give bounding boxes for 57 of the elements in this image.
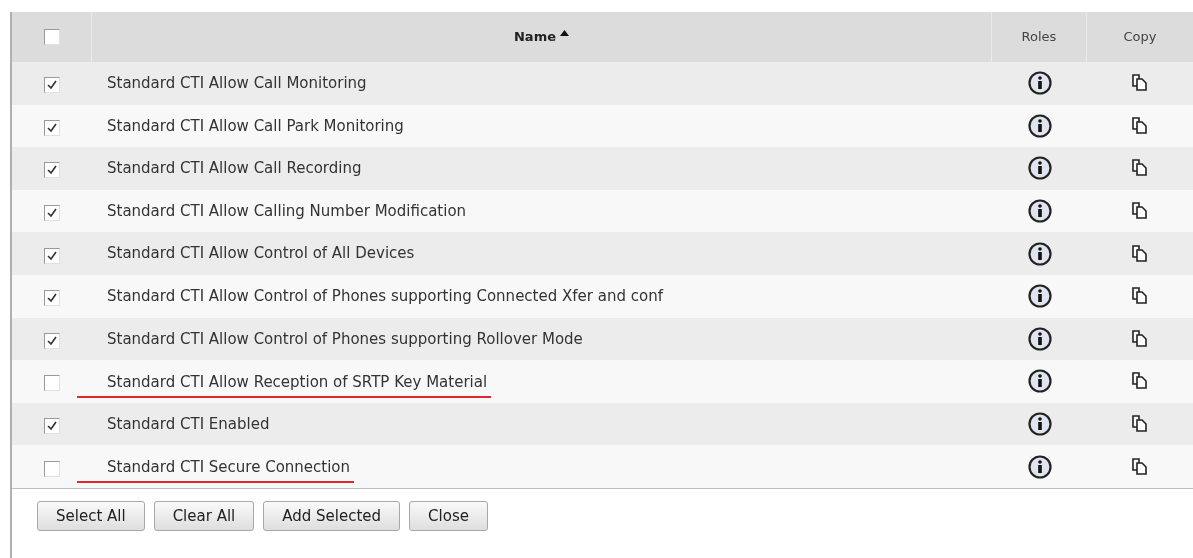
role-name: Standard CTI Allow Call Recording — [107, 158, 362, 180]
column-header: Copy — [1123, 28, 1157, 47]
role-name: Standard CTI Allow Control of Phones supporting Connected Xfer and conf — [107, 286, 663, 307]
checkbox[interactable] — [43, 29, 60, 45]
checkbox[interactable] — [44, 460, 60, 477]
copy-icon[interactable] — [1132, 372, 1148, 391]
checkmark-icon — [47, 80, 57, 91]
sort-ascending-icon[interactable] — [560, 30, 569, 36]
info-icon[interactable] — [1027, 284, 1052, 309]
action-button[interactable]: Clear All — [153, 500, 255, 531]
column-header[interactable]: Name — [514, 27, 556, 47]
role-name: Standard CTI Enabled — [107, 413, 270, 435]
action-button[interactable]: Close — [409, 500, 488, 531]
copy-icon[interactable] — [1132, 329, 1148, 348]
column-header: Roles — [1021, 28, 1057, 47]
checkbox[interactable] — [44, 205, 60, 222]
checkbox[interactable] — [44, 418, 60, 435]
checkmark-icon — [47, 208, 57, 219]
info-icon[interactable] — [1027, 412, 1052, 437]
checkbox[interactable] — [44, 119, 60, 136]
checkmark-icon — [47, 165, 57, 176]
checkmark-icon — [47, 335, 57, 346]
copy-icon[interactable] — [1132, 74, 1148, 93]
info-icon[interactable] — [1027, 454, 1052, 479]
info-icon[interactable] — [1027, 369, 1052, 394]
info-icon[interactable] — [1027, 71, 1052, 96]
copy-icon[interactable] — [1132, 287, 1148, 306]
checkbox[interactable] — [44, 332, 60, 349]
copy-icon[interactable] — [1132, 244, 1148, 263]
role-name: Standard CTI Allow Call Park Monitoring — [107, 115, 404, 137]
info-icon[interactable] — [1027, 113, 1052, 138]
copy-icon[interactable] — [1132, 116, 1148, 135]
checkbox[interactable] — [44, 247, 60, 264]
checkmark-icon — [47, 122, 57, 133]
checkbox[interactable] — [44, 290, 60, 307]
info-icon[interactable] — [1027, 199, 1052, 224]
checkbox[interactable] — [44, 77, 60, 94]
checkbox[interactable] — [44, 375, 60, 392]
action-button[interactable]: Add Selected — [263, 500, 401, 531]
checkmark-icon — [47, 250, 57, 261]
copy-icon[interactable] — [1132, 457, 1148, 476]
info-icon[interactable] — [1027, 326, 1052, 351]
checkbox[interactable] — [44, 162, 60, 179]
copy-icon[interactable] — [1132, 159, 1148, 178]
checkmark-icon — [47, 421, 57, 432]
role-name: Standard CTI Allow Call Monitoring — [107, 73, 367, 95]
info-icon[interactable] — [1027, 241, 1052, 266]
role-name: Standard CTI Secure Connection — [77, 455, 355, 484]
checkmark-icon — [47, 293, 57, 304]
role-name: Standard CTI Allow Control of All Devices — [107, 243, 415, 265]
role-name: Standard CTI Allow Calling Number Modification — [107, 200, 467, 222]
copy-icon[interactable] — [1132, 415, 1148, 434]
copy-icon[interactable] — [1132, 202, 1148, 221]
role-name: Standard CTI Allow Control of Phones supporting Rollover Mode — [107, 328, 583, 350]
role-name: Standard CTI Allow Reception of SRTP Key Material — [77, 370, 492, 399]
info-icon[interactable] — [1027, 156, 1052, 181]
action-button[interactable]: Select All — [37, 500, 145, 531]
